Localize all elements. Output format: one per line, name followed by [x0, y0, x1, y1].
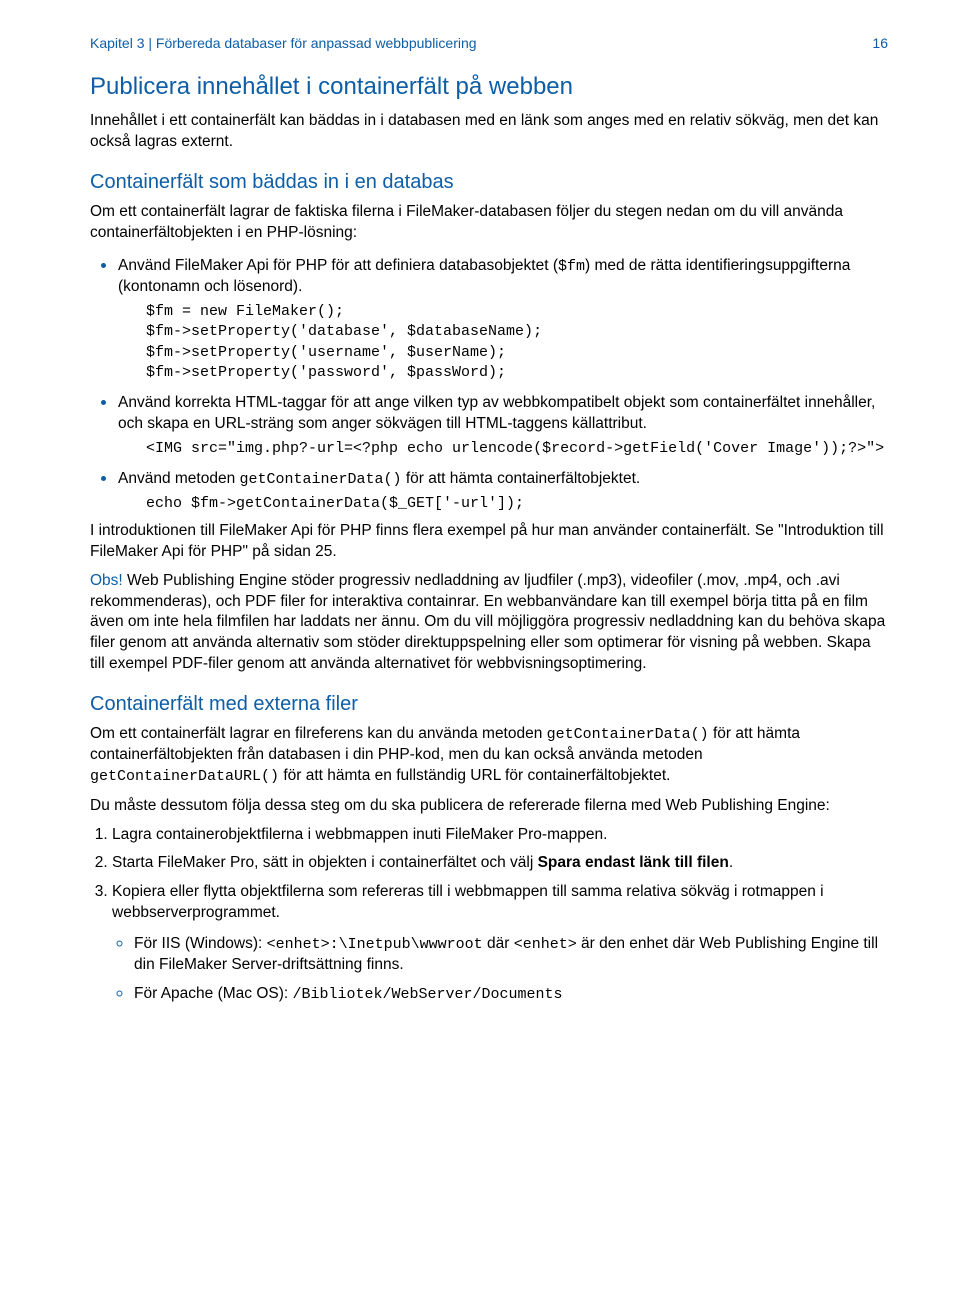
ol3-text: Kopiera eller flytta objektfilerna som r…	[112, 883, 824, 921]
intro-php-ref: I introduktionen till FileMaker Api för …	[90, 521, 888, 563]
list-item: För IIS (Windows): <enhet>:\Inetpub\wwwr…	[134, 930, 888, 976]
inline-code: /Bibliotek/WebServer/Documents	[293, 986, 563, 1003]
li-text: för att hämta containerfältobjektet.	[402, 470, 641, 487]
inline-code: <enhet>	[514, 936, 577, 953]
document-page: Kapitel 3 | Förbereda databaser för anpa…	[0, 0, 960, 1054]
embed-steps-list: Använd FileMaker Api för PHP för att def…	[90, 252, 888, 515]
li-text: Använd korrekta HTML-taggar för att ange…	[118, 394, 875, 432]
list-item: För Apache (Mac OS): /Bibliotek/WebServe…	[134, 980, 888, 1005]
header-page-number: 16	[872, 34, 888, 53]
external-steps-list: Lagra containerobjektfilerna i webbmappe…	[90, 825, 888, 1006]
code-block-echo: echo $fm->getContainerData($_GET['-url']…	[146, 494, 888, 514]
external-paragraph: Om ett containerfält lagrar en filrefere…	[90, 724, 888, 787]
list-item: Använd FileMaker Api för PHP för att def…	[118, 252, 888, 383]
list-item: Kopiera eller flytta objektfilerna som r…	[112, 882, 888, 1005]
ol2-text: .	[729, 854, 733, 871]
ext-text: för att hämta en fullständig URL för con…	[279, 767, 670, 784]
intro-paragraph: Innehållet i ett containerfält kan bädda…	[90, 111, 888, 153]
iis-text: där	[483, 935, 514, 952]
li-text: Använd FileMaker Api för PHP för att def…	[118, 257, 558, 274]
obs-text: Web Publishing Engine stöder progressiv …	[90, 572, 885, 673]
iis-text: För IIS (Windows):	[134, 935, 267, 952]
must-follow-paragraph: Du måste dessutom följa dessa steg om du…	[90, 796, 888, 817]
inline-code: $fm	[558, 258, 585, 275]
inline-code: getContainerDataURL()	[90, 768, 279, 785]
apache-text: För Apache (Mac OS):	[134, 985, 293, 1002]
li-text: Använd metoden	[118, 470, 240, 487]
header-chapter: Kapitel 3 | Förbereda databaser för anpa…	[90, 34, 477, 53]
list-item: Använd metoden getContainerData() för at…	[118, 465, 888, 515]
section-heading-external: Containerfält med externa filer	[90, 691, 888, 718]
page-header: Kapitel 3 | Förbereda databaser för anpa…	[90, 34, 888, 53]
obs-paragraph: Obs! Web Publishing Engine stöder progre…	[90, 571, 888, 676]
ol2-bold: Spara endast länk till filen	[538, 854, 729, 871]
ol2-text: Starta FileMaker Pro, sätt in objekten i…	[112, 854, 538, 871]
inline-code: getContainerData()	[240, 471, 402, 488]
ext-text: Om ett containerfält lagrar en filrefere…	[90, 725, 547, 742]
section-heading-embedded: Containerfält som bäddas in i en databas	[90, 169, 888, 196]
inline-code: <enhet>:\Inetpub\wwwroot	[267, 936, 483, 953]
list-item: Lagra containerobjektfilerna i webbmappe…	[112, 825, 888, 846]
inline-code: getContainerData()	[547, 726, 709, 743]
embed-paragraph: Om ett containerfält lagrar de faktiska …	[90, 202, 888, 244]
list-item: Använd korrekta HTML-taggar för att ange…	[118, 389, 888, 459]
nested-platform-list: För IIS (Windows): <enhet>:\Inetpub\wwwr…	[106, 930, 888, 1005]
page-title: Publicera innehållet i containerfält på …	[90, 71, 888, 103]
code-block-fm: $fm = new FileMaker(); $fm->setProperty(…	[146, 302, 888, 383]
list-item: Starta FileMaker Pro, sätt in objekten i…	[112, 853, 888, 874]
code-block-img: <IMG src="img.php?-url=<?php echo urlenc…	[146, 439, 888, 459]
obs-label: Obs!	[90, 572, 123, 589]
